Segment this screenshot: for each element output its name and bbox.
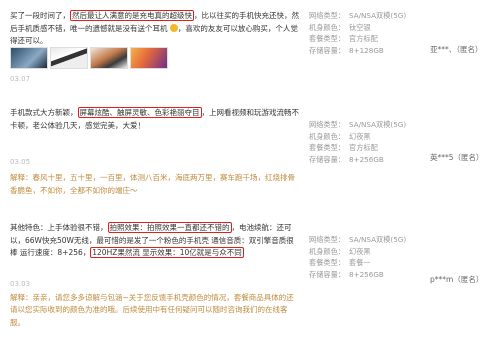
highlight-box: 拍照效果：拍照效果一直都还不错的 <box>107 222 232 233</box>
product-specs: 网络类型： SA/NSA双模(5G) 机身颜色： 钛空银 套餐类型： 官方标配 存储容… <box>309 10 419 56</box>
smile-emoji-icon <box>169 23 178 32</box>
review-date: 03.05 <box>10 158 31 166</box>
review-photo-thumbnail[interactable] <box>50 47 88 69</box>
review-text: 手机款式大方新颖， 屏幕炫酷、触屏灵敏、色彩艳丽夺目 ，上网看视频和玩游戏流畅不卡顿… <box>10 107 300 132</box>
reviewer-name: p***m（匿名） <box>430 275 484 284</box>
spec-row: 机身颜色： 幻夜黑 <box>309 246 371 256</box>
review-date: 03.07 <box>10 75 31 83</box>
reviewer-name: 英***5（匿名） <box>430 153 484 162</box>
highlight-box: 然后最让人满意的是充电真的超级快 <box>70 10 194 21</box>
seller-reply: 解释：亲亲，请您多多谅解与包涵~关于您反馈手机壳颜色的情况，套餐商品具体的还请以… <box>10 292 294 327</box>
review-photos[interactable] <box>10 47 168 69</box>
spec-row: 网络类型： SA/NSA双模(5G) <box>309 120 407 129</box>
review-text-part: 买了一段时间了， <box>10 11 70 20</box>
spec-row: 机身颜色： 钛空银 <box>309 22 371 32</box>
spec-row: 套餐类型： 官方标配 <box>309 34 378 43</box>
spec-row: 机身颜色： 幻夜黑 <box>309 131 371 141</box>
review-photo-thumbnail[interactable] <box>130 47 168 69</box>
spec-row: 套餐类型： 套餐一 <box>309 258 371 267</box>
spec-row: 套餐类型： 官方标配 <box>309 143 378 152</box>
product-specs: 网络类型： SA/NSA双模(5G) 机身颜色： 幻夜黑 套餐类型： 官方标配 存储容… <box>309 119 419 165</box>
review-date: 03.03 <box>10 279 31 288</box>
spec-row: 网络类型： SA/NSA双模(5G) <box>309 235 407 244</box>
spec-row: 网络类型： SA/NSA双模(5G) <box>309 11 407 20</box>
spec-row: 存储容量： 8+256GB <box>309 154 384 164</box>
review-text-part: 其他特色：上手体验很不错， <box>10 223 108 232</box>
spec-row: 存储容量： 8+128GB <box>309 45 384 55</box>
product-specs: 网络类型： SA/NSA双模(5G) 机身颜色： 幻夜黑 套餐类型： 套餐一 存储容量… <box>309 234 419 280</box>
highlight-box: 120HZ果然流 显示效果：10亿就是与众不同 <box>90 247 244 258</box>
reviewer-name: 亚***、（匿名） <box>430 45 483 54</box>
review-text: 买了一段时间了， 然后最让人满意的是充电真的超级快 ，比以往买的手机快充还快，然后手… <box>10 10 300 48</box>
spec-row: 存储容量： 8+256GB <box>309 269 384 279</box>
review-text: 其他特色：上手体验很不错， 拍照效果：拍照效果一直都还不错的 ，电池续航：还可以，6… <box>10 222 300 260</box>
seller-reply: 解释：春风十里，五十里，一百里，体测八百米，海底两万里，赛车跑千场，红烧排骨香脆… <box>10 173 295 195</box>
highlight-box: 屏幕炫酷、触屏灵敏、色彩艳丽夺目 <box>77 107 202 118</box>
review-photo-thumbnail[interactable] <box>10 47 48 69</box>
review-text-part: 手机款式大方新颖， <box>10 108 78 117</box>
review-photo-thumbnail[interactable] <box>90 47 128 69</box>
